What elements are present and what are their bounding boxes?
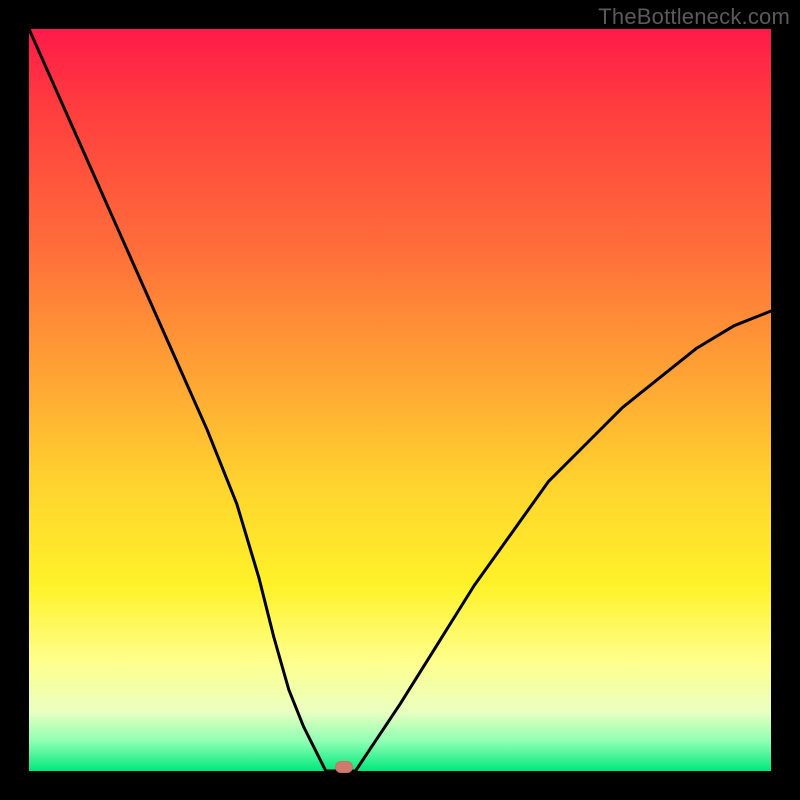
chart-frame: TheBottleneck.com (0, 0, 800, 800)
watermark-text: TheBottleneck.com (598, 4, 790, 30)
optimal-point-marker (335, 761, 353, 773)
bottleneck-curve (29, 29, 771, 771)
